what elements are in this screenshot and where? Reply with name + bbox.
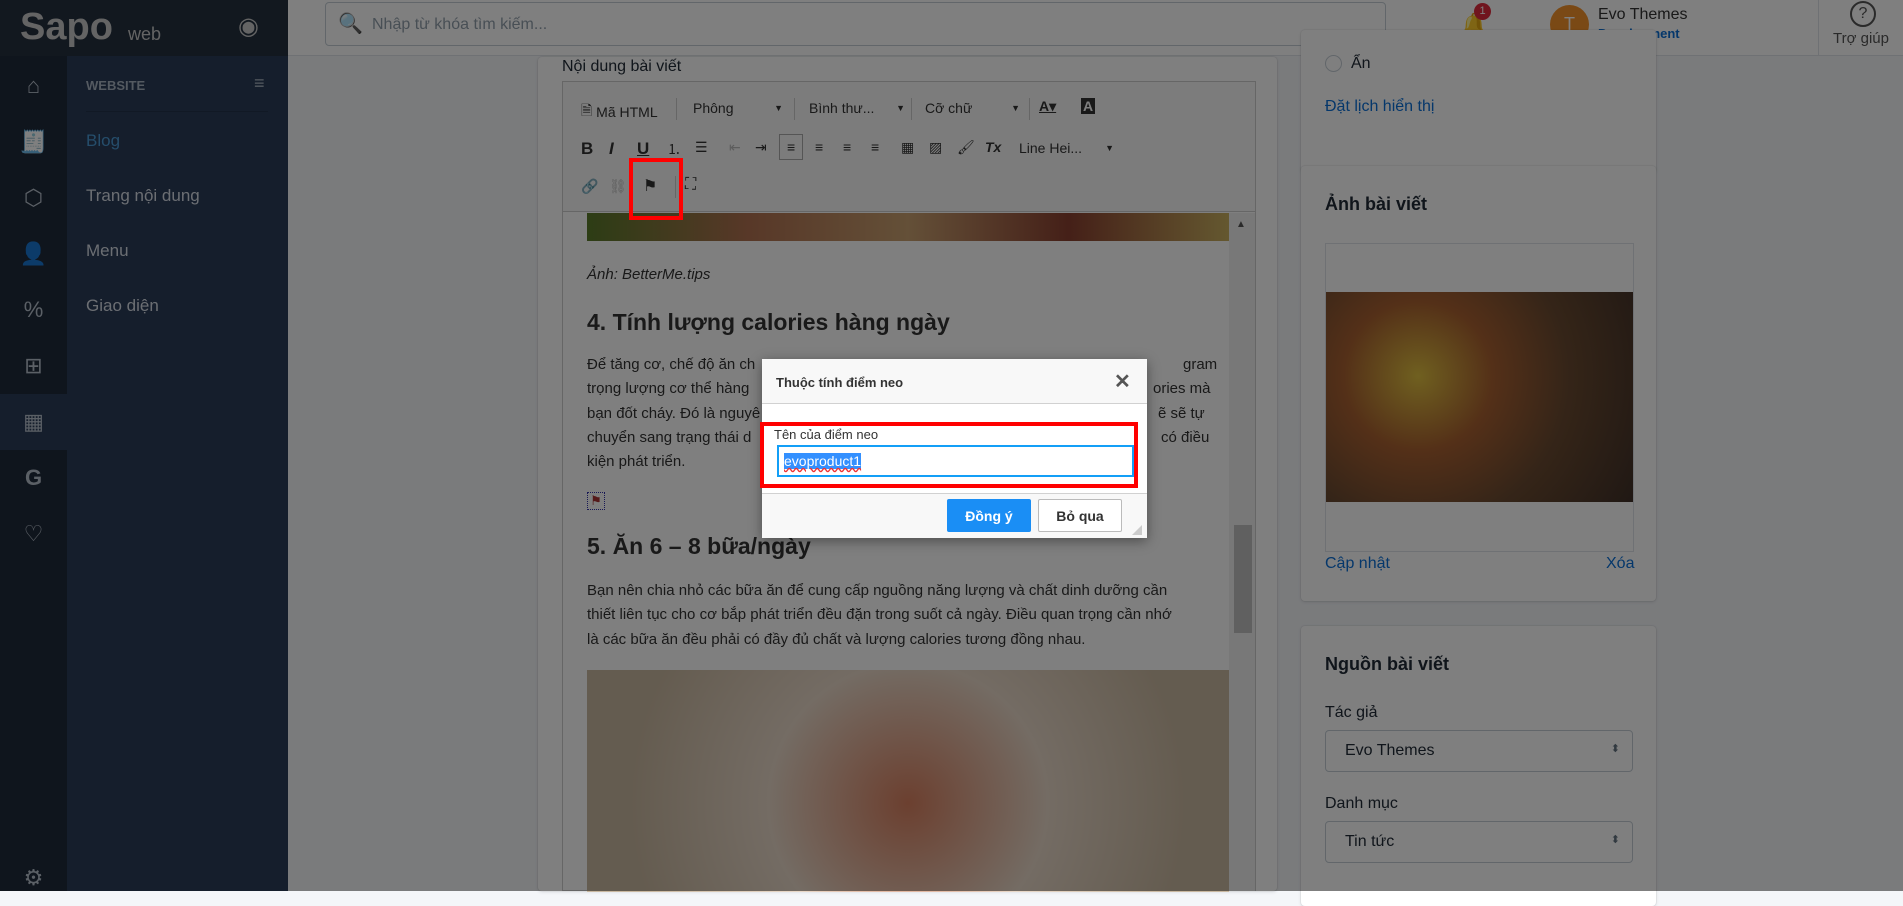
cancel-button[interactable]: Bỏ qua (1038, 499, 1122, 532)
highlight-box (760, 422, 1138, 488)
close-icon[interactable]: ✕ (1114, 369, 1131, 394)
highlight-box (629, 158, 683, 220)
ok-button[interactable]: Đồng ý (947, 499, 1031, 532)
resize-handle[interactable] (1132, 525, 1142, 535)
dialog-title: Thuộc tính điểm neo (776, 375, 904, 390)
